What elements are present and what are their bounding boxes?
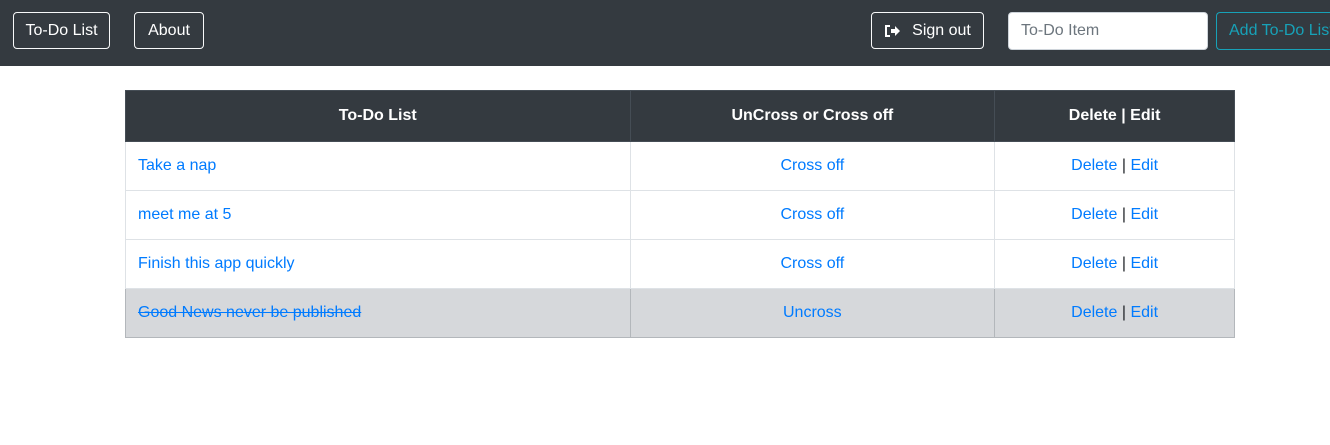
- navbar: To-Do List About Sign out Add To-Do List: [0, 0, 1330, 66]
- separator: |: [1121, 206, 1126, 223]
- delete-link[interactable]: Delete: [1071, 255, 1117, 272]
- sign-out-label: Sign out: [912, 21, 971, 39]
- about-button[interactable]: About: [134, 12, 204, 49]
- cross-off-link[interactable]: Cross off: [780, 255, 844, 272]
- edit-link[interactable]: Edit: [1130, 255, 1158, 272]
- todo-item-input[interactable]: [1008, 12, 1208, 50]
- header-todo-list: To-Do List: [125, 90, 631, 142]
- separator: |: [1121, 157, 1126, 174]
- delete-link[interactable]: Delete: [1071, 304, 1117, 321]
- todo-item-link[interactable]: Good News never be published: [138, 304, 361, 321]
- separator: |: [1121, 304, 1126, 321]
- todo-item-link[interactable]: Take a nap: [138, 157, 216, 174]
- edit-link[interactable]: Edit: [1130, 157, 1158, 174]
- separator: |: [1121, 255, 1126, 272]
- uncross-link[interactable]: Uncross: [783, 304, 842, 321]
- todo-item-link[interactable]: meet me at 5: [138, 206, 231, 223]
- table-row: Finish this app quickly Cross off Delete…: [125, 239, 1235, 289]
- add-todo-button[interactable]: Add To-Do List: [1216, 12, 1330, 50]
- header-delete-edit: Delete | Edit: [994, 90, 1235, 142]
- header-cross-toggle: UnCross or Cross off: [629, 90, 996, 142]
- todo-table: To-Do List UnCross or Cross off Delete |…: [125, 90, 1235, 338]
- todo-item-link[interactable]: Finish this app quickly: [138, 255, 295, 272]
- table-header-row: To-Do List UnCross or Cross off Delete |…: [125, 90, 1235, 142]
- table-row-crossed: Good News never be published Uncross Del…: [125, 288, 1235, 338]
- table-row: meet me at 5 Cross off Delete | Edit: [125, 190, 1235, 240]
- delete-link[interactable]: Delete: [1071, 206, 1117, 223]
- cross-off-link[interactable]: Cross off: [780, 206, 844, 223]
- table-row: Take a nap Cross off Delete | Edit: [125, 141, 1235, 191]
- edit-link[interactable]: Edit: [1130, 304, 1158, 321]
- cross-off-link[interactable]: Cross off: [780, 157, 844, 174]
- todo-list-button[interactable]: To-Do List: [13, 12, 110, 49]
- sign-out-button[interactable]: Sign out: [871, 12, 984, 49]
- delete-link[interactable]: Delete: [1071, 157, 1117, 174]
- sign-out-icon: [884, 24, 901, 38]
- edit-link[interactable]: Edit: [1130, 206, 1158, 223]
